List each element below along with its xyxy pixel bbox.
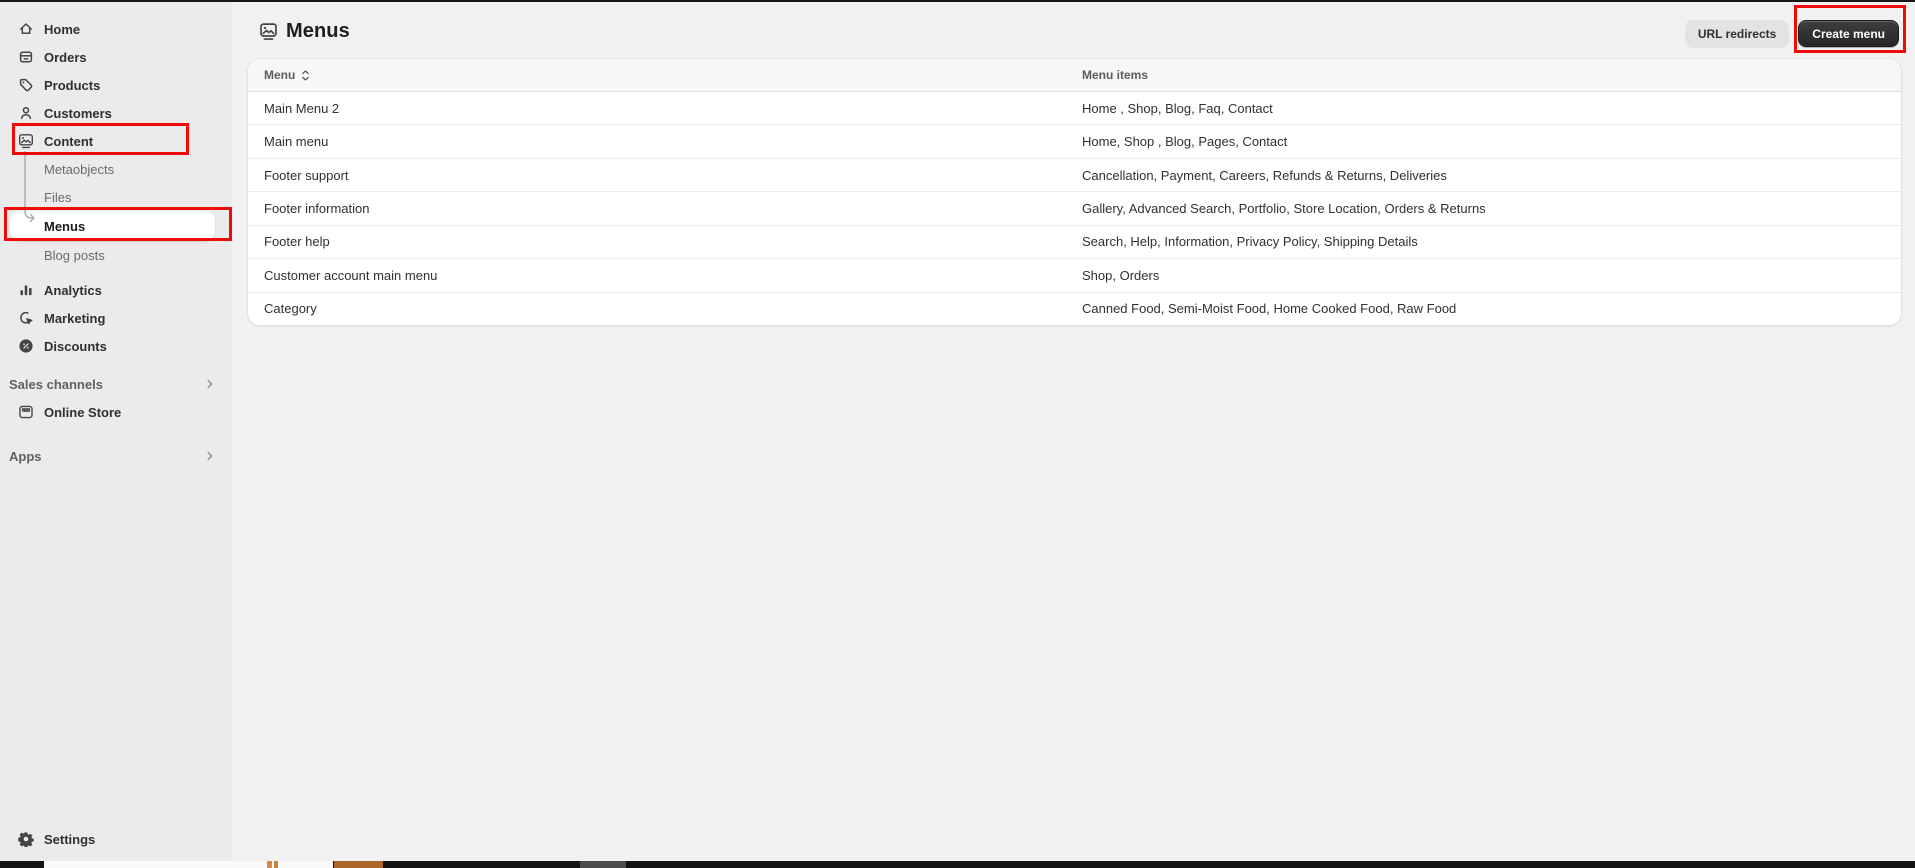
header-actions: URL redirects Create menu	[1685, 20, 1899, 47]
sidebar: Home Orders Products Customers Content M…	[0, 2, 232, 861]
menu-name-cell[interactable]: Main menu	[248, 134, 1066, 149]
sidebar-item-files[interactable]: Files	[0, 183, 232, 211]
settings-icon	[18, 831, 34, 847]
discounts-icon	[18, 338, 34, 354]
sidebar-secondary-group: Analytics Marketing Discounts	[0, 276, 232, 360]
sidebar-heading-sales-channels[interactable]: Sales channels	[0, 370, 232, 398]
orders-icon	[18, 49, 34, 65]
menu-items-cell: Gallery, Advanced Search, Portfolio, Sto…	[1066, 201, 1901, 216]
marketing-icon	[18, 310, 34, 326]
sidebar-item-menus[interactable]: Menus	[0, 211, 232, 241]
taskbar-segment-orange	[334, 861, 383, 868]
sidebar-sales-group: Online Store	[0, 398, 232, 426]
menu-name-cell[interactable]: Footer support	[248, 168, 1066, 183]
content-icon	[259, 22, 278, 41]
sidebar-item-marketing[interactable]: Marketing	[0, 304, 232, 332]
sidebar-primary-group: Home Orders Products Customers Content	[0, 15, 232, 155]
taskbar-sliver	[0, 861, 1915, 868]
table-header-row: Menu Menu items	[248, 59, 1901, 92]
menu-items-cell: Search, Help, Information, Privacy Polic…	[1066, 234, 1901, 249]
sales-channels-label: Sales channels	[9, 377, 103, 392]
analytics-icon	[18, 282, 34, 298]
chevron-right-icon[interactable]	[202, 376, 218, 392]
sidebar-item-home[interactable]: Home	[0, 15, 232, 43]
menu-items-cell: Canned Food, Semi-Moist Food, Home Cooke…	[1066, 301, 1901, 316]
products-icon	[18, 77, 34, 93]
taskbar-segment-tick	[274, 861, 278, 868]
shopify-admin-window: Home Orders Products Customers Content M…	[0, 0, 1915, 868]
table-row[interactable]: Customer account main menu Shop, Orders	[248, 258, 1901, 291]
home-icon	[18, 21, 34, 37]
column-header-menu[interactable]: Menu	[264, 68, 295, 82]
column-header-menu-items: Menu items	[1066, 68, 1901, 82]
sidebar-item-products[interactable]: Products	[0, 71, 232, 99]
sidebar-item-discounts[interactable]: Discounts	[0, 332, 232, 360]
table-row[interactable]: Main Menu 2 Home , Shop, Blog, Faq, Cont…	[248, 92, 1901, 124]
sidebar-item-blog-posts[interactable]: Blog posts	[0, 241, 232, 269]
taskbar-segment-light	[44, 861, 333, 868]
table-row[interactable]: Category Canned Food, Semi-Moist Food, H…	[248, 292, 1901, 325]
sidebar-item-content[interactable]: Content	[0, 127, 232, 155]
sidebar-content-subgroup: Metaobjects Files Menus Blog posts	[0, 155, 232, 269]
sidebar-item-settings[interactable]: Settings	[0, 825, 232, 853]
table-row[interactable]: Footer support Cancellation, Payment, Ca…	[248, 158, 1901, 191]
menu-name-cell[interactable]: Footer help	[248, 234, 1066, 249]
main-content: Menus URL redirects Create menu Menu Men…	[232, 2, 1915, 861]
menu-name-cell[interactable]: Footer information	[248, 201, 1066, 216]
page-title: Menus	[259, 17, 350, 45]
customers-icon	[18, 105, 34, 121]
sidebar-heading-apps[interactable]: Apps	[0, 442, 232, 470]
menu-name-cell[interactable]: Main Menu 2	[248, 101, 1066, 116]
menu-name-cell[interactable]: Customer account main menu	[248, 268, 1066, 283]
sidebar-item-analytics[interactable]: Analytics	[0, 276, 232, 304]
sidebar-item-online-store[interactable]: Online Store	[0, 398, 232, 426]
chevron-right-icon[interactable]	[202, 448, 218, 464]
table-row[interactable]: Main menu Home, Shop , Blog, Pages, Cont…	[248, 124, 1901, 157]
taskbar-segment-tick	[267, 861, 272, 868]
url-redirects-button[interactable]: URL redirects	[1685, 20, 1789, 47]
menu-items-cell: Home , Shop, Blog, Faq, Contact	[1066, 101, 1901, 116]
page-title-text: Menus	[286, 20, 350, 43]
sidebar-item-orders[interactable]: Orders	[0, 43, 232, 71]
menus-table-card: Menu Menu items Main Menu 2 Home , Shop,…	[248, 59, 1901, 325]
menu-items-cell: Shop, Orders	[1066, 268, 1901, 283]
sidebar-item-customers[interactable]: Customers	[0, 99, 232, 127]
sort-icon[interactable]	[301, 68, 310, 82]
apps-label: Apps	[9, 449, 42, 464]
menu-name-cell[interactable]: Category	[248, 301, 1066, 316]
create-menu-button[interactable]: Create menu	[1798, 20, 1899, 47]
table-body: Main Menu 2 Home , Shop, Blog, Faq, Cont…	[248, 92, 1901, 325]
store-icon	[18, 404, 34, 420]
content-icon	[18, 133, 34, 149]
table-row[interactable]: Footer help Search, Help, Information, P…	[248, 225, 1901, 258]
table-row[interactable]: Footer information Gallery, Advanced Sea…	[248, 191, 1901, 224]
taskbar-segment-gray	[580, 861, 626, 868]
sidebar-item-metaobjects[interactable]: Metaobjects	[0, 155, 232, 183]
menu-items-cell: Home, Shop , Blog, Pages, Contact	[1066, 134, 1901, 149]
menu-items-cell: Cancellation, Payment, Careers, Refunds …	[1066, 168, 1901, 183]
